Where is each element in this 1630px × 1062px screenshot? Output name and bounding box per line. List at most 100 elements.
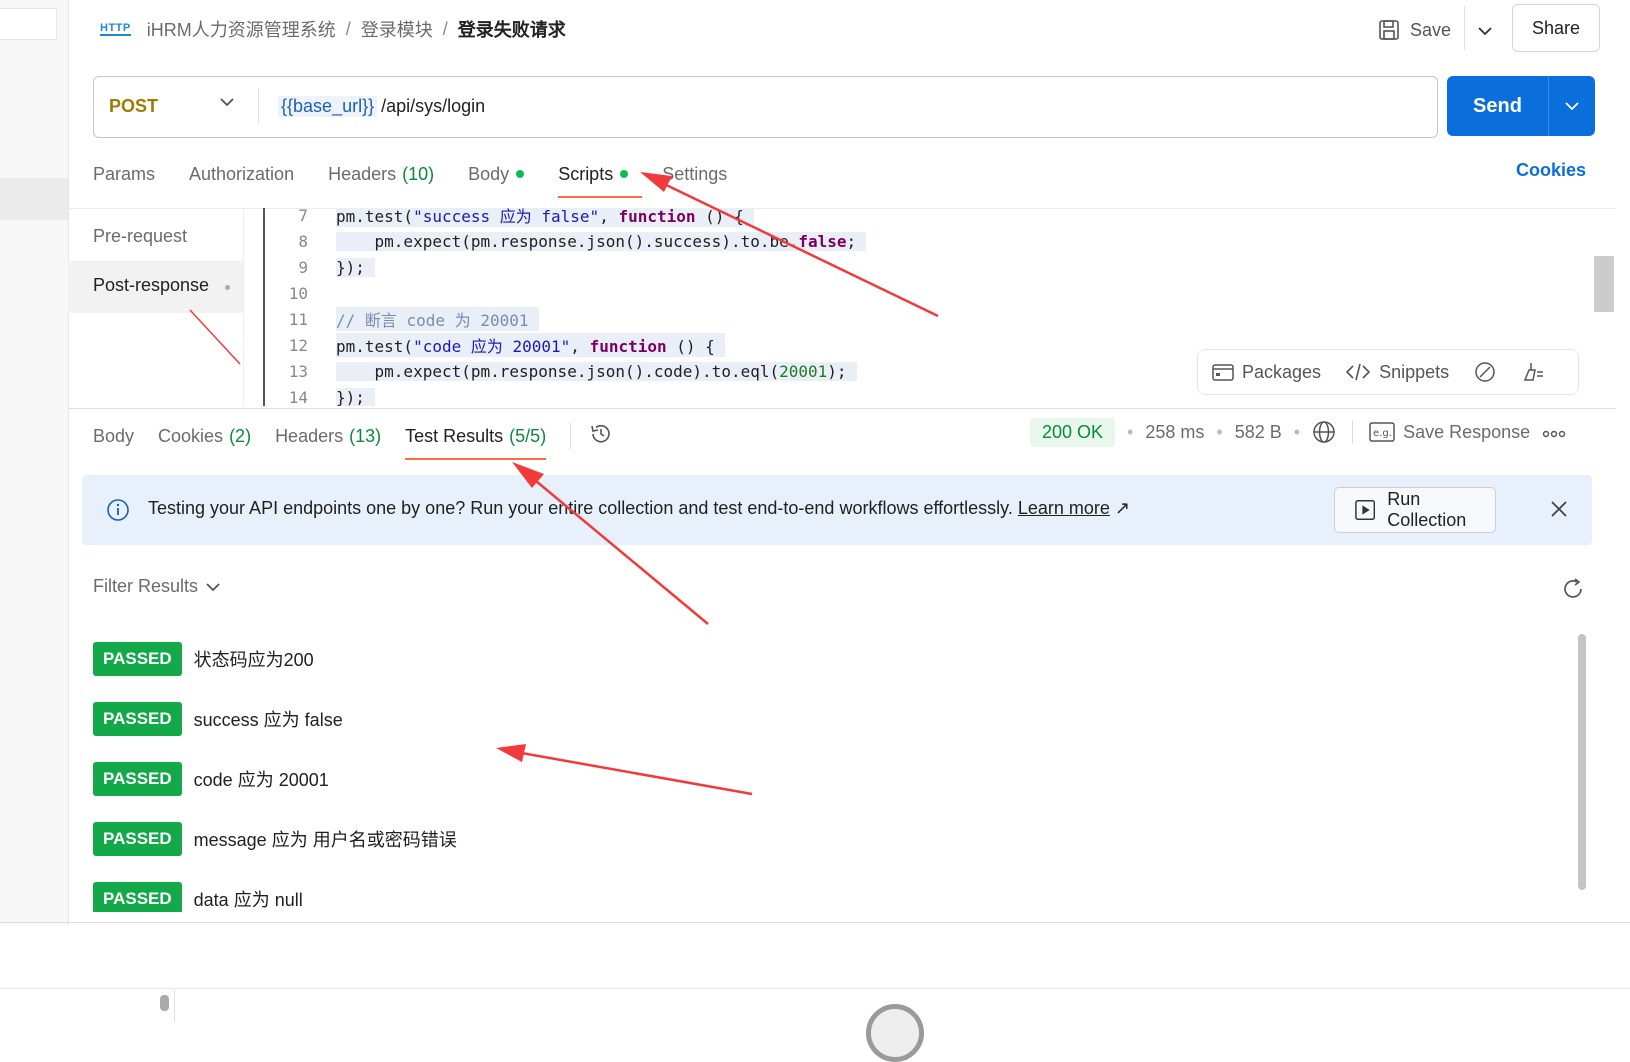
save-response-label: Save Response xyxy=(1403,421,1531,442)
tab-response-body[interactable]: Body xyxy=(93,420,134,452)
breadcrumb-item[interactable]: 登录模块 xyxy=(361,16,433,42)
code-line: 14}); xyxy=(244,384,375,406)
tab-response-cookies[interactable]: Cookies (2) xyxy=(158,420,251,452)
cookies-link[interactable]: Cookies xyxy=(1516,160,1586,181)
play-icon xyxy=(1355,500,1376,520)
banner-text: Testing your API endpoints one by one? R… xyxy=(148,498,1130,519)
breadcrumb-item[interactable]: iHRM人力资源管理系统 xyxy=(147,16,336,42)
response-tabs: Body Cookies (2) Headers (13) Test Results… xyxy=(93,420,613,460)
code-comment: // 断言 code 为 20001 xyxy=(336,307,539,331)
response-size[interactable]: 582 B xyxy=(1235,422,1282,443)
test-name: code 应为 20001 xyxy=(193,770,329,790)
request-name[interactable]: 登录失败请求 xyxy=(458,16,566,42)
nav-post-response[interactable]: Post-response xyxy=(68,261,243,313)
tab-body[interactable]: Body xyxy=(468,158,525,190)
more-options-button[interactable] xyxy=(1542,422,1566,443)
packages-button[interactable]: Packages xyxy=(1212,362,1321,383)
code-text: pm.test("success 应为 false", function () … xyxy=(336,208,754,227)
divider xyxy=(1352,420,1354,444)
divider xyxy=(0,922,1630,923)
code-text: }); xyxy=(336,387,375,406)
code-line: 7 pm.test("success 应为 false", function ()… xyxy=(244,208,754,228)
code-line: 10 xyxy=(244,280,324,306)
tab-response-headers[interactable]: Headers (13) xyxy=(275,420,381,452)
status-dot xyxy=(620,170,629,178)
divider xyxy=(174,990,175,1023)
code-line: 8 pm.expect(pm.response.json().success).… xyxy=(244,228,867,254)
globe-icon[interactable] xyxy=(1312,420,1336,444)
code-text: }); xyxy=(336,257,375,277)
url-variable[interactable]: {{base_url}} xyxy=(278,95,378,117)
chevron-down-icon xyxy=(206,582,220,591)
breadcrumb: HTTP iHRM人力资源管理系统 / 登录模块 / 登录失败请求 xyxy=(100,14,566,44)
request-tabs: Params Authorization Headers (10) Body Sc… xyxy=(93,158,761,198)
tab-count: (2) xyxy=(229,425,252,446)
learn-more-link[interactable]: Learn more xyxy=(1018,498,1110,518)
tab-params[interactable]: Params xyxy=(93,158,155,190)
packages-label: Packages xyxy=(1242,361,1322,382)
refresh-button[interactable] xyxy=(1562,578,1584,605)
test-result-row: PASSED success 应为 false xyxy=(93,702,343,736)
test-results-list: PASSED 状态码应为200 PASSED success 应为 false PA… xyxy=(93,642,1573,912)
history-button[interactable] xyxy=(589,422,613,451)
tab-label: Body xyxy=(93,425,135,446)
chevron-down-icon xyxy=(220,98,234,107)
results-scrollbar[interactable] xyxy=(1578,634,1586,890)
send-button[interactable]: Send xyxy=(1447,95,1548,118)
tab-count: (10) xyxy=(402,163,435,184)
line-number: 10 xyxy=(288,283,308,303)
tab-label: Headers xyxy=(328,163,397,184)
tab-test-results[interactable]: Test Results (5/5) xyxy=(405,420,547,460)
test-result-row: PASSED data 应为 null xyxy=(93,882,303,912)
test-name: 状态码应为200 xyxy=(193,650,314,670)
url-input[interactable]: {{base_url}} /api/sys/login xyxy=(278,92,485,120)
banner-message: Testing your API endpoints one by one? R… xyxy=(148,498,1013,518)
tab-label: Test Results xyxy=(405,425,504,446)
save-options-button[interactable] xyxy=(1470,18,1500,44)
sidebar-selected-item[interactable] xyxy=(0,178,68,220)
tab-settings[interactable]: Settings xyxy=(662,158,727,190)
more-horizontal-icon xyxy=(1542,430,1566,437)
test-name: message 应为 用户名或密码错误 xyxy=(193,830,457,850)
tab-count: (13) xyxy=(349,425,382,446)
share-button[interactable]: Share xyxy=(1512,4,1600,52)
run-collection-button[interactable]: Run Collection xyxy=(1334,487,1496,533)
chevron-down-icon xyxy=(1565,102,1579,111)
snippets-button[interactable]: Snippets xyxy=(1345,362,1449,383)
breadcrumb-separator: / xyxy=(442,18,448,39)
save-button[interactable]: Save xyxy=(1378,14,1451,46)
status-dot xyxy=(516,170,525,178)
ai-assist-button[interactable] xyxy=(1473,360,1497,384)
tab-scripts[interactable]: Scripts xyxy=(558,158,643,198)
response-time[interactable]: 258 ms xyxy=(1145,422,1204,443)
passed-badge: PASSED xyxy=(93,822,182,856)
left-sidebar xyxy=(0,0,69,925)
filter-label: Filter Results xyxy=(93,576,199,596)
send-options-button[interactable] xyxy=(1549,101,1595,111)
divider xyxy=(570,423,572,449)
code-line: 12 pm.test("code 应为 20001", function () { xyxy=(244,332,725,358)
test-result-row: PASSED message 应为 用户名或密码错误 xyxy=(93,822,457,856)
line-number: 9 xyxy=(298,257,308,277)
save-response-button[interactable]: e.g. Save Response xyxy=(1369,422,1530,443)
nav-pre-request[interactable]: Pre-request xyxy=(93,226,187,247)
example-icon: e.g. xyxy=(1369,422,1395,442)
editor-scrollbar[interactable] xyxy=(1594,256,1614,312)
svg-text:e.g.: e.g. xyxy=(1373,428,1392,439)
separator-dot: • xyxy=(1216,421,1223,442)
status-code[interactable]: 200 OK xyxy=(1030,417,1116,447)
method-select[interactable]: POST xyxy=(93,76,258,136)
clean-button[interactable] xyxy=(1521,360,1545,384)
line-number: 8 xyxy=(298,231,308,251)
send-button-group: Send xyxy=(1447,76,1595,136)
history-icon xyxy=(591,424,610,442)
run-collection-label: Run Collection xyxy=(1387,489,1467,530)
close-banner-button[interactable] xyxy=(1550,500,1568,523)
filter-results-dropdown[interactable]: Filter Results xyxy=(93,576,220,597)
divider xyxy=(258,88,259,124)
sidebar-box[interactable] xyxy=(0,8,57,40)
bottom-scroll-handle[interactable] xyxy=(160,995,169,1011)
tab-headers[interactable]: Headers (10) xyxy=(328,158,434,190)
avatar[interactable] xyxy=(866,1004,924,1062)
tab-authorization[interactable]: Authorization xyxy=(189,158,294,190)
